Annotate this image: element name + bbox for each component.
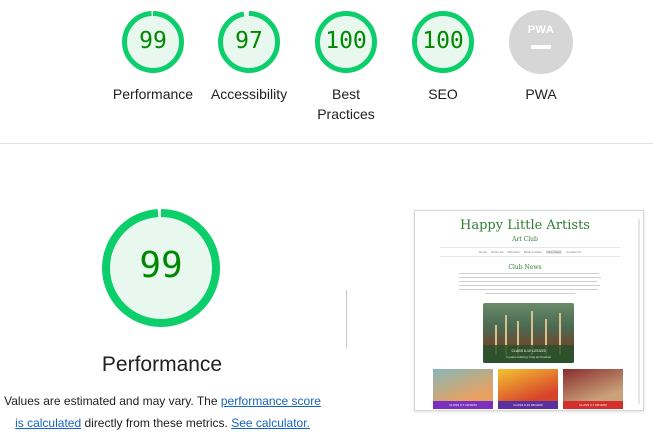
metrics-note-text-2: directly from these metrics.: [81, 416, 232, 430]
gauge-best-practices[interactable]: 100 Best Practices: [296, 10, 396, 124]
thumb-scrollbar: [638, 219, 640, 404]
pwa-dash-icon: [531, 45, 551, 49]
gauge-pwa[interactable]: PWA PWA: [491, 10, 591, 104]
thumb-nav: Home About Us Members Book A Class Club …: [440, 247, 620, 257]
gauge-label: Performance: [112, 86, 194, 102]
thumb-card: CLASS 9-10 06/10/23: [498, 369, 558, 409]
thumb-nav-item: Home: [479, 250, 488, 254]
gauge-score: 99: [139, 28, 167, 54]
gauge-ring: 97: [217, 10, 281, 74]
pwa-badge: PWA: [509, 10, 573, 74]
thumb-text-line: [459, 285, 600, 286]
thumb-card-label: CLASS 3-7 12/10/23: [433, 401, 493, 409]
pwa-badge-icon: PWA: [509, 10, 573, 74]
gauge-ring: 100: [314, 10, 378, 74]
thumb-card-label: CLASS 9-10 06/10/23: [498, 401, 558, 409]
thumb-nav-item: Members: [507, 250, 520, 254]
thumb-nav-item: Book A Class: [523, 250, 542, 254]
gauge-score: 100: [325, 28, 367, 54]
gauge-accessibility[interactable]: 97 Accessibility: [199, 10, 299, 104]
gauge-ring: 100: [411, 10, 475, 74]
thumb-hero-label: CLASS 6-10 12/10/23: [511, 349, 546, 353]
thumb-hero-band: [483, 345, 574, 363]
metrics-note: Values are estimated and may vary. The p…: [0, 390, 325, 434]
see-calculator-link[interactable]: See calculator.: [231, 416, 310, 430]
gauge-label: PWA: [525, 86, 557, 102]
vertical-divider: [346, 290, 347, 348]
section-divider: [0, 143, 653, 144]
gauge-performance[interactable]: 99 Performance: [103, 10, 203, 104]
thumb-text-line: [459, 281, 597, 282]
thumb-hero-image: CLASS 6-10 12/10/23 In paint ordering: F…: [483, 303, 574, 363]
pwa-badge-text: PWA: [527, 24, 555, 36]
thumb-text-line: [459, 273, 599, 274]
thumb-card-label: CLASS 3-7 03/10/23: [563, 401, 623, 409]
metrics-note-text: Values are estimated and may vary. The: [4, 394, 221, 408]
gauge-score: 100: [422, 28, 464, 54]
gauge-label: Accessibility: [210, 86, 288, 102]
gauge-seo[interactable]: 100 SEO: [393, 10, 493, 104]
gauge-score: 97: [235, 28, 263, 54]
gauge-label: Best Practices: [317, 86, 375, 122]
thumb-site-subtitle: Art Club: [512, 236, 538, 243]
performance-score: 99: [139, 245, 183, 286]
thumb-site-title: Happy Little Artists: [460, 218, 590, 233]
thumb-text-line: [459, 289, 598, 290]
performance-title: Performance: [101, 353, 223, 376]
thumb-card: CLASS 3-7 12/10/23: [433, 369, 493, 409]
thumb-nav-item-active: Club News: [545, 250, 563, 254]
performance-gauge-large: 99: [101, 208, 221, 328]
gauge-label: SEO: [428, 86, 458, 102]
thumb-text-line: [485, 293, 575, 294]
thumb-nav-item: Contact Us: [566, 250, 581, 254]
thumb-text-line: [459, 277, 601, 278]
gauge-ring: 99: [121, 10, 185, 74]
page-screenshot[interactable]: Happy Little Artists Art Club Home About…: [414, 210, 644, 411]
thumb-heading: Club News: [508, 264, 542, 271]
thumb-hero-sublabel: In paint ordering: Fine art brushes: [505, 355, 552, 359]
thumb-nav-item: About Us: [491, 250, 504, 254]
thumb-card: CLASS 3-7 03/10/23: [563, 369, 623, 409]
